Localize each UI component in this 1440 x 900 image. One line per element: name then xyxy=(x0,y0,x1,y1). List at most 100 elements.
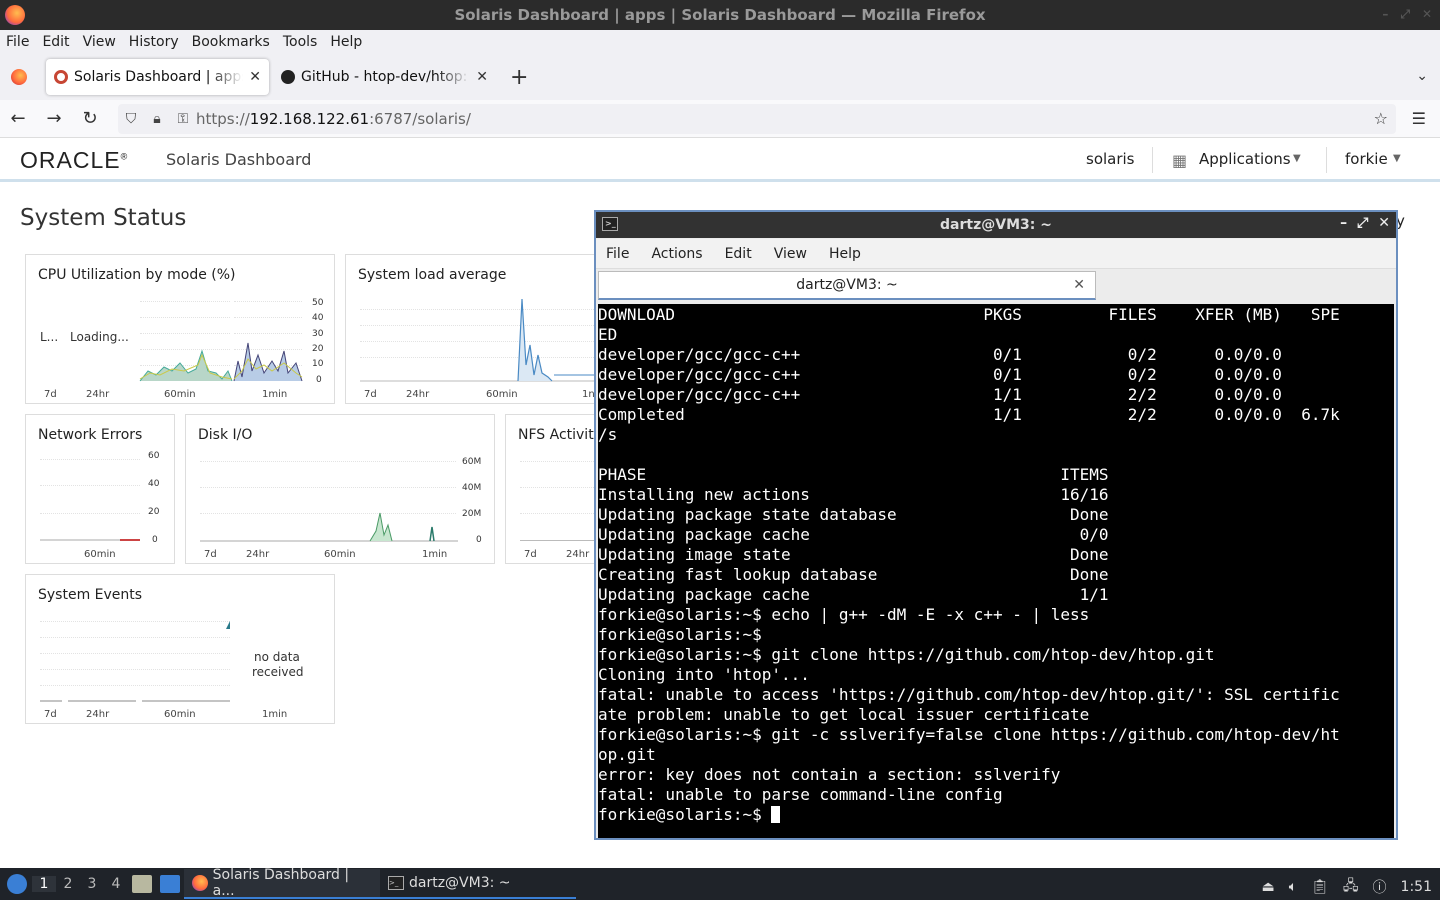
key-icon[interactable]: ⚿ xyxy=(170,111,196,127)
system-load-card[interactable]: System load average 7d 24hr 60min 1n xyxy=(345,254,605,404)
close-icon[interactable]: ✕ xyxy=(1378,215,1390,231)
firefox-view-button[interactable] xyxy=(0,69,38,85)
tab-label: GitHub - htop-dev/htop: xyxy=(301,69,468,85)
no-data-text: received xyxy=(252,665,304,679)
x-tick: 7d xyxy=(204,549,217,560)
tab-close-icon[interactable]: ✕ xyxy=(249,69,261,85)
clock[interactable]: 1:51 xyxy=(1401,879,1432,895)
minimize-icon[interactable]: – xyxy=(1340,215,1347,231)
show-desktop-icon[interactable] xyxy=(160,875,180,893)
card-title: Network Errors xyxy=(38,427,143,443)
card-title: System Events xyxy=(38,587,143,603)
page-title: System Status xyxy=(20,205,187,231)
new-tab-button[interactable]: + xyxy=(510,65,528,90)
forward-button[interactable]: → xyxy=(36,108,72,129)
file-manager-icon[interactable] xyxy=(132,875,152,893)
account-menu[interactable]: forkie xyxy=(1345,150,1388,168)
volume-icon[interactable]: 🔈︎ xyxy=(1289,879,1297,895)
dashboard-title: Solaris Dashboard xyxy=(166,150,312,169)
oracle-logo[interactable]: ORACLE® xyxy=(20,147,128,174)
firefox-icon xyxy=(11,69,27,85)
terminal-menu-file[interactable]: File xyxy=(606,246,629,262)
terminal-menu-actions[interactable]: Actions xyxy=(651,246,702,262)
maximize-icon[interactable]: ⤢ xyxy=(1357,215,1368,231)
terminal-screen[interactable]: DOWNLOAD PKGS FILES XFER (MB) SPE ED dev… xyxy=(598,304,1394,838)
menu-history[interactable]: History xyxy=(129,34,179,50)
terminal-line: /s xyxy=(598,425,618,444)
taskbar-task-terminal[interactable]: >_ dartz@VM3: ~ xyxy=(380,869,576,899)
x-tick: 1min xyxy=(422,549,448,560)
terminal-menu-edit[interactable]: Edit xyxy=(725,246,752,262)
applications-menu[interactable]: Applications xyxy=(1199,150,1291,168)
tab-solaris-dashboard[interactable]: Solaris Dashboard | apps ✕ xyxy=(46,59,269,95)
bookmark-star-icon[interactable]: ☆ xyxy=(1374,109,1388,128)
terminal-tab-close-icon[interactable]: ✕ xyxy=(1073,277,1085,293)
list-all-tabs-chevron-icon[interactable]: ⌄ xyxy=(1416,68,1428,84)
cpu-utilization-card[interactable]: CPU Utilization by mode (%) L... Loading… xyxy=(25,254,335,404)
menu-help[interactable]: Help xyxy=(330,34,362,50)
window-controls[interactable]: – ⤢ ✕ xyxy=(1382,7,1432,22)
back-button[interactable]: ← xyxy=(0,108,36,129)
nfs-activity-card[interactable]: NFS Activit 7d 24hr xyxy=(505,414,605,564)
reload-button[interactable]: ↻ xyxy=(72,108,108,129)
start-menu-icon xyxy=(7,874,27,894)
terminal-line: developer/gcc/gcc-c++ 0/1 0/2 0.0/0.0 xyxy=(598,345,1282,364)
clipboard-icon[interactable]: 📋︎ xyxy=(1311,879,1329,895)
terminal-cursor xyxy=(771,806,781,823)
minimize-icon[interactable]: – xyxy=(1382,7,1388,22)
terminal-line: error: key does not contain a section: s… xyxy=(598,765,1061,784)
grid-line xyxy=(234,301,302,302)
menu-file[interactable]: File xyxy=(6,34,29,50)
oracle-favicon-icon xyxy=(54,70,68,84)
terminal-prompt-line[interactable]: forkie@solaris:~$ xyxy=(598,805,1394,825)
system-events-card[interactable]: System Events no data received 7d 24hr 6… xyxy=(25,574,335,724)
terminal-menu-view[interactable]: View xyxy=(774,246,807,262)
workspace-4[interactable]: 4 xyxy=(104,876,128,892)
workspace-3[interactable]: 3 xyxy=(80,876,104,892)
menu-edit[interactable]: Edit xyxy=(42,34,69,50)
firefox-logo-icon xyxy=(5,5,25,25)
tab-github-htop[interactable]: GitHub - htop-dev/htop: ✕ xyxy=(273,59,496,95)
lock-icon[interactable]: 🔒︎ xyxy=(144,111,170,127)
eject-icon[interactable]: ⏏ xyxy=(1262,879,1275,895)
terminal-window-controls: – ⤢ ✕ xyxy=(1340,215,1390,231)
host-name-link[interactable]: solaris xyxy=(1086,150,1135,168)
network-icon[interactable]: 🖧 xyxy=(1343,875,1359,899)
workspace-2[interactable]: 2 xyxy=(56,876,80,892)
card-title: NFS Activit xyxy=(518,427,594,443)
terminal-titlebar[interactable]: >_ dartz@VM3: ~ – ⤢ ✕ xyxy=(596,212,1396,238)
grid-line xyxy=(520,461,600,462)
terminal-line: Installing new actions 16/16 xyxy=(598,485,1109,504)
terminal-line: ate problem: unable to get local issuer … xyxy=(598,705,1090,724)
terminal-tab[interactable]: dartz@VM3: ~ ✕ xyxy=(598,271,1096,300)
terminal-line: Updating image state Done xyxy=(598,545,1109,564)
network-errors-card[interactable]: Network Errors 60 40 20 0 60min xyxy=(25,414,175,564)
menu-bookmarks[interactable]: Bookmarks xyxy=(192,34,270,50)
terminal-menu-help[interactable]: Help xyxy=(829,246,861,262)
system-tray: ⏏ 🔈︎ 📋︎ 🖧 ⓘ 1:51 xyxy=(1262,875,1433,899)
tracking-shield-icon[interactable]: ⛉ xyxy=(118,111,144,127)
chevron-down-icon[interactable]: ▼ xyxy=(1393,153,1401,164)
start-menu-button[interactable] xyxy=(2,869,32,899)
disk-io-card[interactable]: Disk I/O 60M 40M 20M 0 7d 24hr 60min 1mi… xyxy=(185,414,495,564)
menu-view[interactable]: View xyxy=(83,34,116,50)
update-notifier-icon[interactable]: ⓘ xyxy=(1373,877,1387,897)
close-icon[interactable]: ✕ xyxy=(1422,7,1432,22)
grid-icon[interactable]: ▦ xyxy=(1172,151,1187,170)
terminal-line: developer/gcc/gcc-c++ 0/1 0/2 0.0/0.0 xyxy=(598,365,1282,384)
url-path: :6787/solaris/ xyxy=(369,110,471,128)
firefox-icon xyxy=(192,875,208,891)
app-menu-icon[interactable]: ☰ xyxy=(1412,109,1426,128)
x-tick: 24hr xyxy=(406,389,430,400)
maximize-icon[interactable]: ⤢ xyxy=(1400,7,1410,22)
workspace-1[interactable]: 1 xyxy=(32,876,56,892)
terminal-window[interactable]: >_ dartz@VM3: ~ – ⤢ ✕ File Actions Edit … xyxy=(594,210,1398,840)
no-data-text: no data xyxy=(254,650,300,664)
tab-close-icon[interactable]: ✕ xyxy=(476,69,488,85)
taskbar-task-firefox[interactable]: Solaris Dashboard | a... xyxy=(184,867,380,899)
menu-tools[interactable]: Tools xyxy=(283,34,318,50)
chevron-down-icon[interactable]: ▼ xyxy=(1293,153,1301,164)
url-bar[interactable]: ⛉ 🔒︎ ⚿ https://192.168.122.61:6787/solar… xyxy=(118,104,1396,134)
terminal-icon: >_ xyxy=(388,876,404,890)
